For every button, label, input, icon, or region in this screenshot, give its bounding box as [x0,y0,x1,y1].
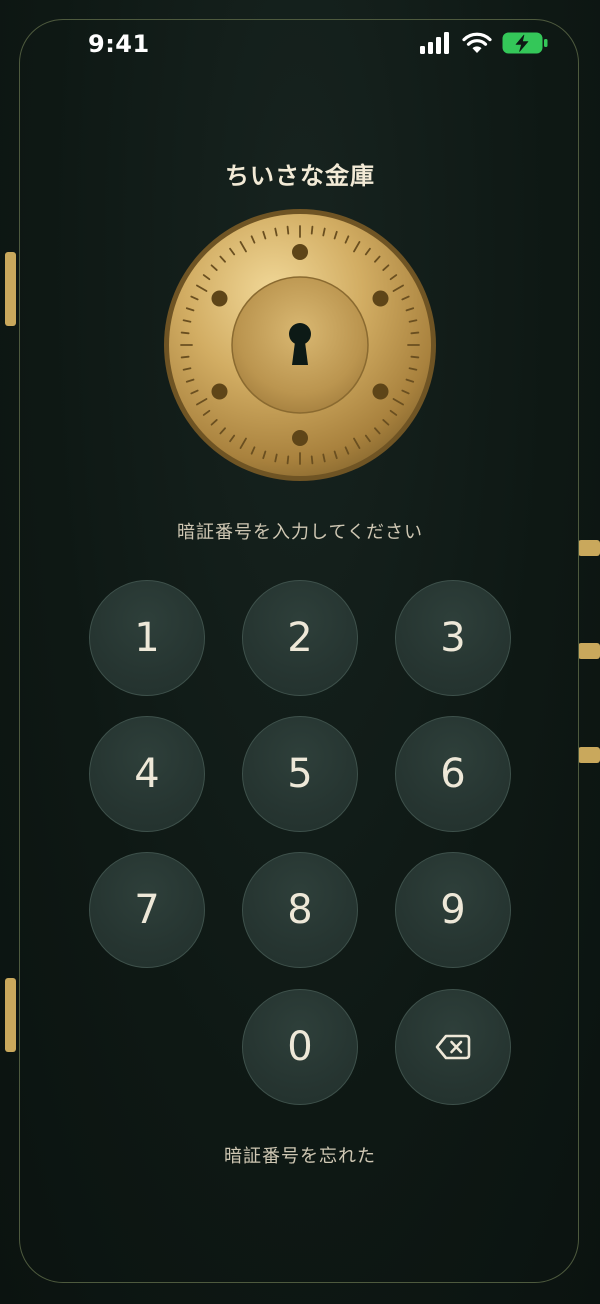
dial-knob-dot [292,430,308,446]
dial-tick [286,225,290,235]
backspace-icon [435,1034,471,1060]
key-4[interactable]: 4 [89,716,205,832]
key-9[interactable]: 9 [395,852,511,968]
status-time: 9:41 [88,30,150,58]
dial-knob-dot [211,383,228,400]
key-2[interactable]: 2 [242,580,358,696]
dial-knob-dot [211,290,228,307]
key-7[interactable]: 7 [89,852,205,968]
passcode-screen: 9:41 ちいさな金庫 暗証番号を入力してください 1 2 3 4 5 6 7 … [0,0,600,1304]
forgot-passcode-link[interactable]: 暗証番号を忘れた [0,1142,600,1168]
dial-tick [410,355,420,359]
delete-button[interactable] [395,989,511,1105]
status-bar: 9:41 [0,0,600,90]
key-0[interactable]: 0 [242,989,358,1105]
dial-tick [286,455,290,465]
battery-charging-icon [502,32,548,54]
page-title: ちいさな金庫 [225,162,375,190]
passcode-prompt: 暗証番号を入力してください [177,522,423,543]
dial-tick [410,331,420,335]
safe-dial-icon [164,209,436,481]
side-button-left-bottom [5,978,16,1052]
status-icons [420,31,548,55]
dial-knob-dot [372,383,389,400]
dial-tick [310,225,314,235]
dial-knob-dot [292,244,308,260]
side-button-right-2 [578,643,600,659]
key-1[interactable]: 1 [89,580,205,696]
dial-tick [310,455,314,465]
side-button-left-top [5,252,16,326]
dial-tick [180,331,190,335]
key-6[interactable]: 6 [395,716,511,832]
dial-tick [180,355,190,359]
wifi-icon [462,32,492,53]
cellular-signal-icon [420,32,449,54]
key-3[interactable]: 3 [395,580,511,696]
key-8[interactable]: 8 [242,852,358,968]
dial-knob-dot [372,290,389,307]
key-5[interactable]: 5 [242,716,358,832]
side-button-right-3 [578,747,600,763]
